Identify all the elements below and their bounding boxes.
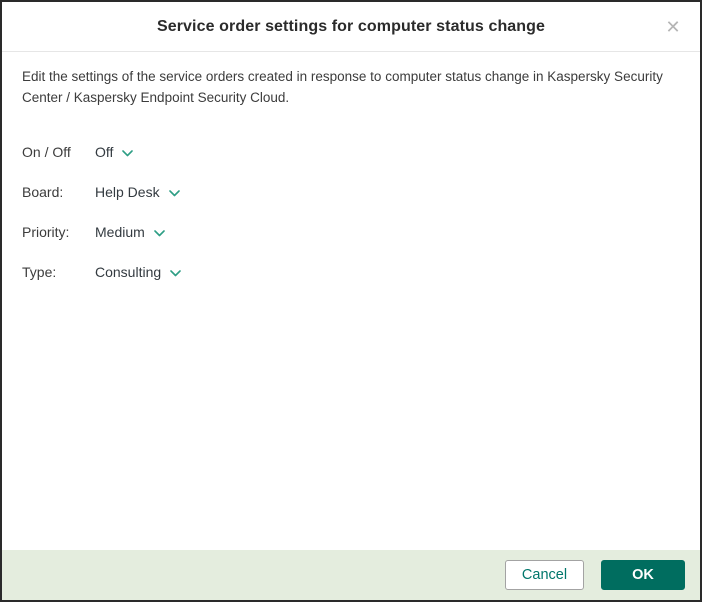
chevron-down-icon [154,230,165,237]
settings-form: On / Off Off Board: Help Desk [22,142,680,283]
on-off-label: On / Off [22,144,95,160]
chevron-down-icon [169,190,180,197]
type-dropdown[interactable]: Consulting [95,264,181,280]
form-row-priority: Priority: Medium [22,222,680,243]
board-value: Help Desk [95,184,160,200]
board-label: Board: [22,184,95,200]
chevron-down-icon [170,270,181,277]
chevron-down-icon [122,150,133,157]
ok-button[interactable]: OK [601,560,685,590]
dialog-body: Edit the settings of the service orders … [2,52,700,550]
dialog-footer: Cancel OK [2,550,700,600]
type-label: Type: [22,264,95,280]
form-row-board: Board: Help Desk [22,182,680,203]
dialog-description: Edit the settings of the service orders … [22,67,680,109]
dialog-header: Service order settings for computer stat… [2,2,700,52]
cancel-button[interactable]: Cancel [505,560,584,590]
priority-value: Medium [95,224,145,240]
form-row-on-off: On / Off Off [22,142,680,163]
dialog-title: Service order settings for computer stat… [157,18,545,36]
form-row-type: Type: Consulting [22,262,680,283]
priority-dropdown[interactable]: Medium [95,224,165,240]
on-off-dropdown[interactable]: Off [95,144,133,160]
priority-label: Priority: [22,224,95,240]
service-order-settings-dialog: Service order settings for computer stat… [0,0,702,602]
type-value: Consulting [95,264,161,280]
close-icon[interactable]: ✕ [660,14,686,40]
board-dropdown[interactable]: Help Desk [95,184,180,200]
on-off-value: Off [95,144,113,160]
